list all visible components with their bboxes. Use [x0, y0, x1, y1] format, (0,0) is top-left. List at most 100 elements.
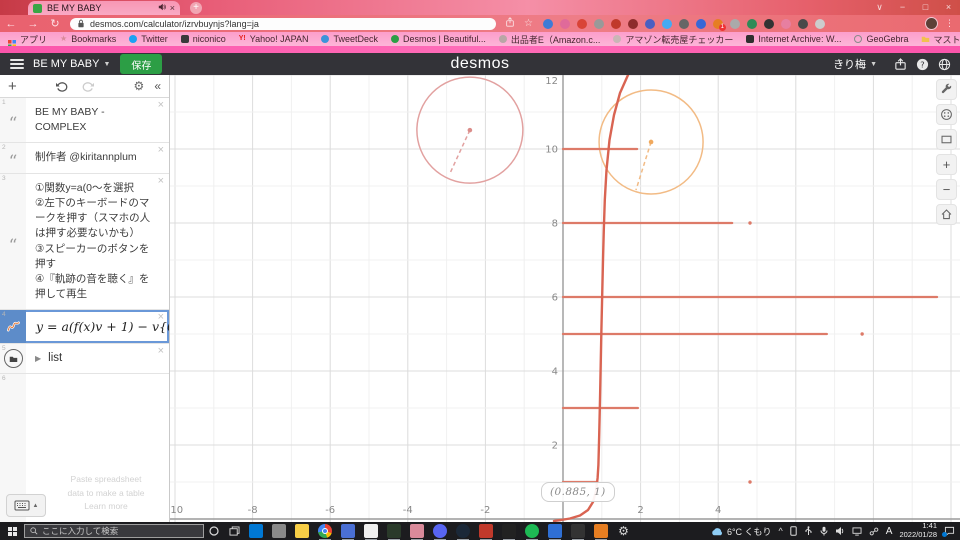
- expression-math[interactable]: y = a(f(x)v + 1) − v{0 ≤ x: [26, 310, 169, 343]
- graph-paper[interactable]: 12 10 8 6 4 2 -10 -8 -6 -4 -2 2 4 (0.885, 1) + −: [170, 75, 960, 522]
- language-globe-icon[interactable]: [933, 58, 955, 71]
- cortana-icon[interactable]: [204, 522, 224, 540]
- extension-icon[interactable]: [644, 18, 655, 29]
- extension-icon[interactable]: [814, 18, 825, 29]
- bookmark-item[interactable]: Twitter: [129, 34, 168, 44]
- browser-menu-icon[interactable]: ⋮: [945, 18, 954, 29]
- taskbar-app-icon[interactable]: [248, 524, 263, 538]
- bookmark-item[interactable]: TweetDeck: [321, 34, 378, 44]
- expression-gutter[interactable]: 5: [0, 344, 26, 374]
- action-center-icon[interactable]: [942, 526, 955, 537]
- forward-button[interactable]: →: [22, 18, 44, 30]
- back-button[interactable]: ←: [0, 18, 22, 30]
- url-bar[interactable]: desmos.com/calculator/izrvbuynjs?lang=ja: [70, 17, 496, 30]
- extension-icon[interactable]: 1: [712, 18, 726, 31]
- bookmark-item[interactable]: アマゾン転売屋チェッカー: [613, 33, 733, 46]
- note-row[interactable]: 2 “ 制作者 @kiritannplum ×: [0, 143, 169, 174]
- note-row[interactable]: 1 “BE MY BABY - COMPLEX ×: [0, 98, 169, 144]
- bookmark-item[interactable]: GeoGebra: [854, 34, 908, 44]
- extension-icon[interactable]: [610, 18, 621, 29]
- keyboard-toggle-button[interactable]: ▲: [6, 494, 46, 517]
- expression-gutter[interactable]: 4: [0, 310, 26, 344]
- folder-row[interactable]: 5 ▶ list ×: [0, 344, 169, 375]
- audio-trace-icon[interactable]: [936, 104, 957, 125]
- tab-close-icon[interactable]: ×: [170, 3, 175, 13]
- zoom-in-button[interactable]: +: [936, 154, 957, 175]
- hidden-icons-chevron[interactable]: ^: [779, 526, 783, 536]
- ime-mode-indicator[interactable]: A: [886, 526, 893, 537]
- close-button[interactable]: ×: [937, 0, 960, 14]
- extension-icon[interactable]: [695, 18, 706, 29]
- bookmark-item[interactable]: niconico: [180, 34, 226, 44]
- bookmark-item[interactable]: Desmos | Beautiful...: [390, 34, 486, 44]
- graph-settings-gear-icon[interactable]: ⚙: [134, 79, 145, 93]
- bookmark-item[interactable]: Y! Yahoo! JAPAN: [239, 34, 309, 44]
- taskbar-app-icon[interactable]: [363, 524, 378, 540]
- extension-icon[interactable]: [746, 18, 757, 29]
- task-view-icon[interactable]: [224, 522, 244, 540]
- collapse-panel-icon[interactable]: «: [154, 79, 161, 93]
- account-name[interactable]: きり梅: [833, 56, 866, 72]
- delete-expression-icon[interactable]: ×: [158, 175, 164, 187]
- redo-icon[interactable]: [82, 81, 95, 92]
- extension-icon[interactable]: [542, 18, 553, 29]
- taskbar-app-icon[interactable]: [547, 524, 562, 540]
- extension-icon[interactable]: [627, 18, 638, 29]
- delete-expression-icon[interactable]: ×: [158, 312, 164, 323]
- minimize-button[interactable]: −: [891, 0, 914, 14]
- taskbar-app-icon[interactable]: [340, 524, 355, 540]
- expression-gutter[interactable]: 2 “: [0, 143, 26, 173]
- save-button[interactable]: 保存: [120, 54, 163, 74]
- volume-icon[interactable]: [835, 526, 845, 536]
- taskbar-app-icon[interactable]: [409, 524, 424, 540]
- weather-widget[interactable]: 6°C くもり: [710, 525, 772, 538]
- note-row[interactable]: 3 “①関数y=a(0～を選択 ②左下のキーボードのマークを押す（スマホの人は押す…: [0, 173, 169, 311]
- taskbar-app-icon[interactable]: [501, 524, 516, 540]
- extension-icon[interactable]: [729, 18, 740, 29]
- expression-row[interactable]: 4 y = a(f(x)v + 1) − v{0 ≤ x×: [0, 310, 169, 345]
- folder-play-icon[interactable]: [3, 349, 23, 369]
- link-icon[interactable]: [869, 527, 879, 536]
- taskbar-search[interactable]: ここに入力して検索: [24, 524, 204, 538]
- add-expression-button[interactable]: +: [8, 79, 17, 94]
- folder-content[interactable]: ▶ list: [26, 344, 169, 373]
- tab-search-chevron[interactable]: ∨: [868, 0, 891, 14]
- network-icon[interactable]: [852, 526, 862, 536]
- extension-icon[interactable]: [559, 18, 570, 29]
- taskbar-app-icon[interactable]: [455, 524, 470, 540]
- graph-canvas[interactable]: 12 10 8 6 4 2 -10 -8 -6 -4 -2 2 4: [170, 75, 960, 522]
- expression-gutter[interactable]: 1 “: [0, 98, 26, 143]
- fullscreen-icon[interactable]: [936, 129, 957, 150]
- taskbar-app-icon[interactable]: [570, 524, 585, 540]
- delete-expression-icon[interactable]: ×: [158, 100, 164, 111]
- bookmark-star-icon[interactable]: ☆: [524, 18, 533, 29]
- extension-icon[interactable]: [797, 18, 808, 29]
- taskbar-app-icon[interactable]: [432, 524, 447, 540]
- delete-expression-icon[interactable]: ×: [158, 145, 164, 156]
- graph-settings-wrench-icon[interactable]: [936, 79, 957, 100]
- maximize-button[interactable]: □: [914, 0, 937, 14]
- undo-icon[interactable]: [55, 81, 68, 92]
- default-viewport-home-icon[interactable]: [936, 204, 957, 225]
- reload-button[interactable]: ↻: [44, 17, 66, 30]
- extension-icon[interactable]: [576, 18, 587, 29]
- bookmark-item[interactable]: アプリ: [8, 33, 47, 48]
- taskbar-app-icon[interactable]: [386, 524, 401, 540]
- taskbar-app-icon[interactable]: [271, 524, 286, 538]
- export-share-icon[interactable]: [889, 57, 911, 71]
- taskbar-app-icon[interactable]: [317, 524, 332, 540]
- profile-avatar[interactable]: [925, 17, 938, 30]
- phone-link-icon[interactable]: [790, 526, 797, 536]
- browser-tab[interactable]: BE MY BABY ×: [28, 1, 180, 15]
- delete-expression-icon[interactable]: ×: [158, 346, 164, 357]
- start-button[interactable]: [0, 522, 24, 540]
- extension-icon[interactable]: [763, 18, 774, 29]
- folder-collapse-triangle[interactable]: ▶: [35, 353, 41, 365]
- graph-title[interactable]: BE MY BABY: [33, 58, 99, 70]
- bookmark-item[interactable]: Internet Archive: W...: [746, 34, 841, 44]
- taskbar-clock[interactable]: 1:41 2022/01/28: [899, 522, 937, 539]
- share-page-icon[interactable]: [505, 17, 515, 30]
- bookmark-item[interactable]: 出品者E（Amazon.c...: [498, 33, 600, 46]
- expression-gutter[interactable]: 3 “: [0, 173, 26, 310]
- bookmark-item[interactable]: ★ Bookmarks: [60, 34, 116, 44]
